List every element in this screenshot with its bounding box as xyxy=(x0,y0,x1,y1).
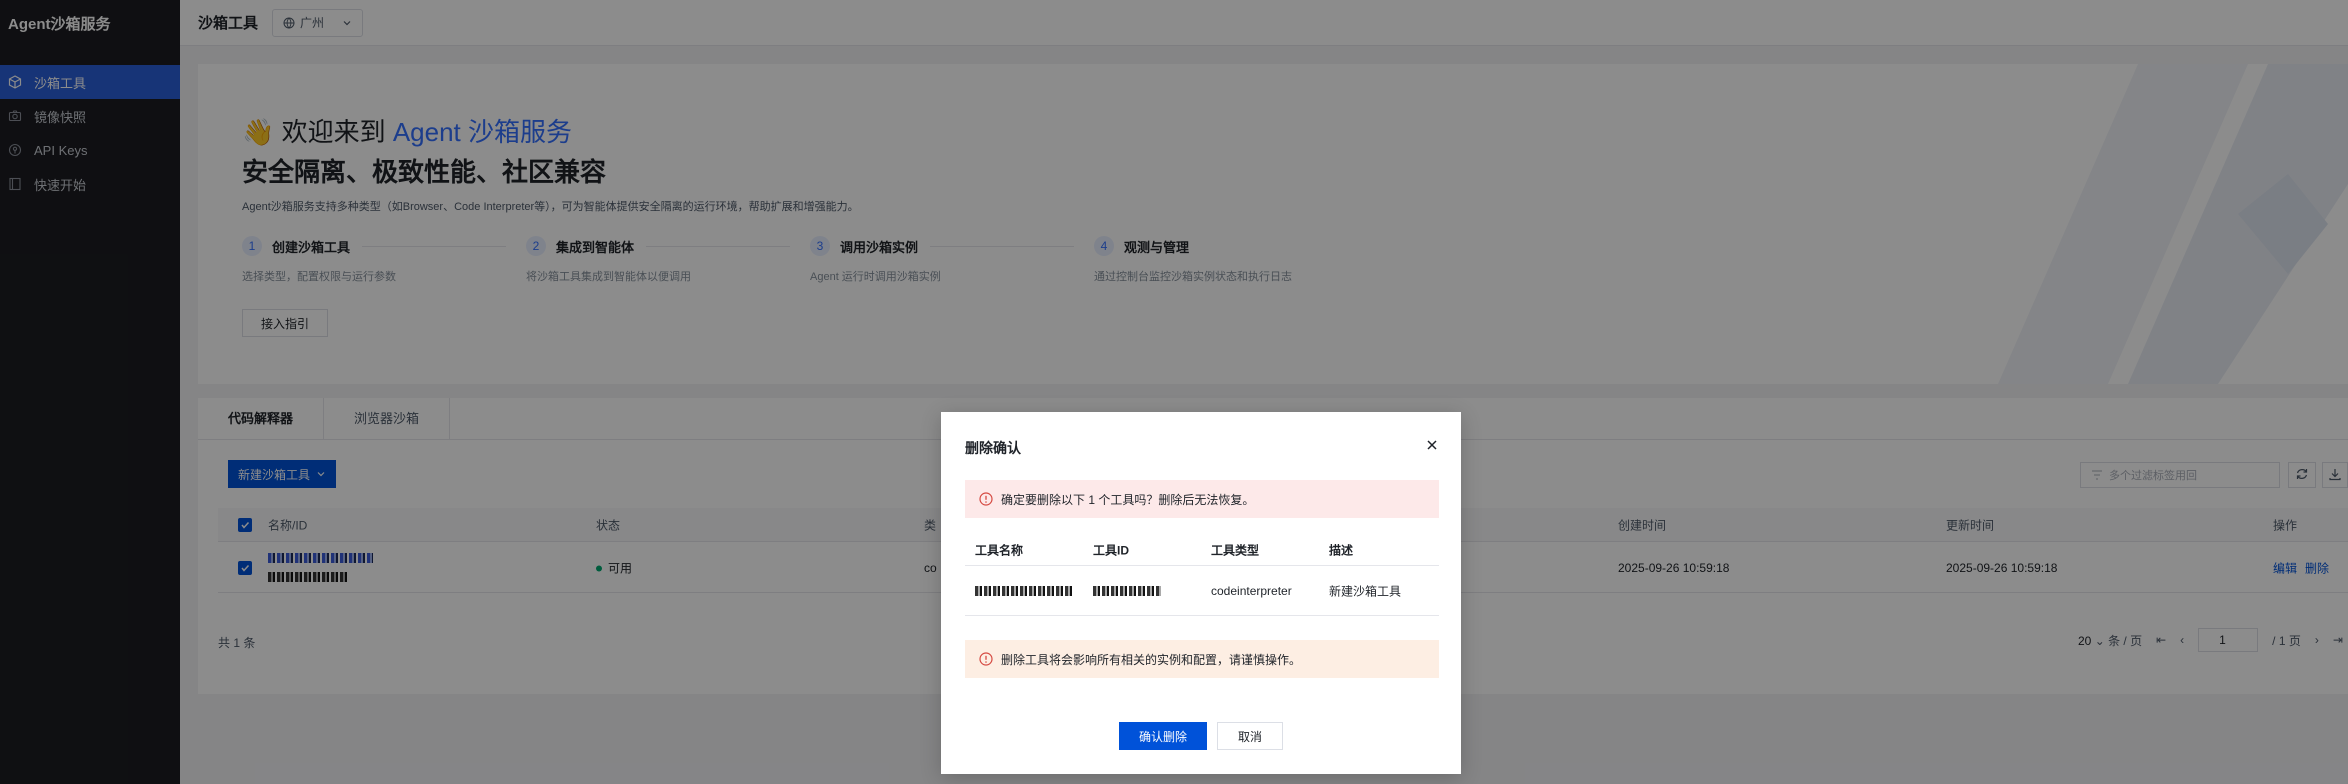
caution-text: 删除工具将会影响所有相关的实例和配置，请谨慎操作。 xyxy=(1001,652,1302,667)
tool-name-redacted xyxy=(975,585,1073,596)
col-tool-desc: 描述 xyxy=(1329,543,1354,557)
col-tool-name: 工具名称 xyxy=(975,543,1024,557)
warning-text: 确定要删除以下 1 个工具吗？删除后无法恢复。 xyxy=(1001,492,1255,507)
delete-confirm-dialog: 删除确认 确定要删除以下 1 个工具吗？删除后无法恢复。 工具名称 工具ID 工… xyxy=(941,412,1461,774)
col-tool-id: 工具ID xyxy=(1093,543,1130,557)
dialog-title: 删除确认 xyxy=(965,440,1021,456)
tool-desc-value: 新建沙箱工具 xyxy=(1329,584,1402,598)
warning-circle-icon xyxy=(979,492,993,506)
close-icon[interactable] xyxy=(1425,438,1439,452)
dialog-footer: 确认删除 取消 xyxy=(941,722,1461,750)
confirm-delete-button[interactable]: 确认删除 xyxy=(1118,722,1207,750)
delete-items-table: 工具名称 工具ID 工具类型 描述 codeinterpreter 新建沙箱工具 xyxy=(965,534,1439,616)
cancel-button[interactable]: 取消 xyxy=(1217,722,1284,750)
warning-circle-icon xyxy=(979,652,993,666)
delete-warning-alert: 确定要删除以下 1 个工具吗？删除后无法恢复。 xyxy=(965,480,1439,518)
col-tool-type: 工具类型 xyxy=(1211,543,1260,557)
tool-id-redacted xyxy=(1093,585,1161,596)
dialog-table-row: codeinterpreter 新建沙箱工具 xyxy=(965,566,1439,616)
dialog-table-header: 工具名称 工具ID 工具类型 描述 xyxy=(965,534,1439,566)
caution-alert: 删除工具将会影响所有相关的实例和配置，请谨慎操作。 xyxy=(965,640,1439,678)
tool-type-value: codeinterpreter xyxy=(1211,583,1292,598)
